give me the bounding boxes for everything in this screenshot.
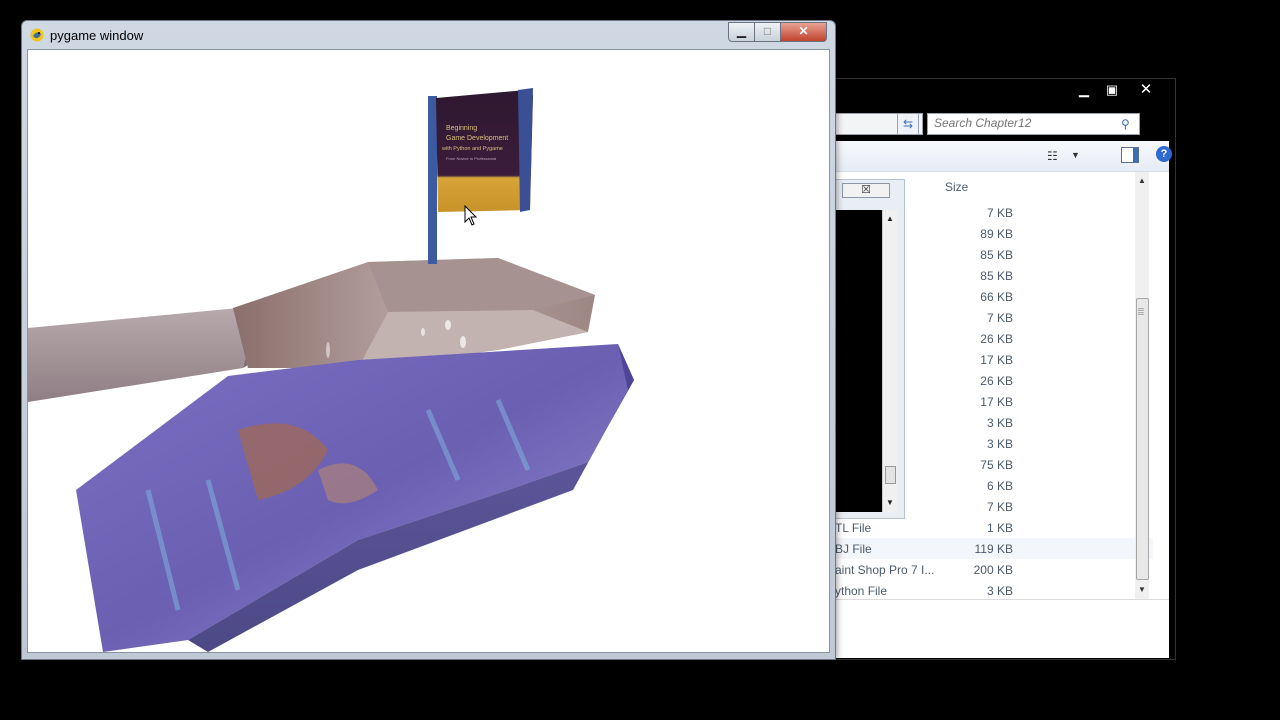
scroll-up-icon[interactable]: ▲ xyxy=(1135,174,1149,188)
file-size: 119 KB xyxy=(974,542,1013,556)
details-pane xyxy=(833,599,1169,658)
view-options-icon[interactable]: ☷ xyxy=(1047,149,1058,163)
help-icon[interactable]: ? xyxy=(1156,146,1172,162)
scrollbar-thumb[interactable] xyxy=(1136,298,1149,580)
file-size: 7 KB xyxy=(986,500,1013,514)
file-size: 89 KB xyxy=(980,227,1013,241)
file-size: 3 KB xyxy=(986,584,1013,598)
sign-text-line3: with Python and Pygame xyxy=(441,146,503,152)
file-list-scrollbar[interactable]: ▲ ═ ═ ▼ xyxy=(1135,172,1149,599)
file-type: aint Shop Pro 7 I... xyxy=(835,563,935,577)
file-size: 26 KB xyxy=(980,374,1013,388)
scrollbar-thumb[interactable] xyxy=(885,466,896,484)
file-size: 66 KB xyxy=(980,290,1013,304)
python-snake-icon xyxy=(30,28,44,42)
preview-pane-icon[interactable] xyxy=(1121,147,1139,163)
table-row[interactable]: BJ File 119 KB xyxy=(833,538,1153,559)
game-canvas[interactable]: Beginning Game Development with Python a… xyxy=(27,49,830,653)
chevron-down-icon[interactable]: ▼ xyxy=(1071,150,1080,160)
close-icon[interactable]: ☒ xyxy=(842,183,890,198)
file-size: 75 KB xyxy=(980,458,1013,472)
maximize-icon[interactable]: ▣ xyxy=(1099,81,1125,99)
game-scene: Beginning Game Development with Python a… xyxy=(28,88,634,652)
search-input[interactable] xyxy=(928,114,1125,132)
sign-text-line4: From Novice to Professional xyxy=(446,156,496,161)
console-screen xyxy=(836,210,884,512)
explorer-window: ▁ ▣ ✕ ▼ ⇆ ⚲ ☷ ▼ ? Size 7 I...7 KB7 I...8… xyxy=(812,78,1176,660)
column-header-size[interactable]: Size xyxy=(945,180,968,194)
file-size: 85 KB xyxy=(980,248,1013,262)
minimize-icon[interactable]: ▁ xyxy=(728,22,755,42)
command-bar: ☷ ▼ ? xyxy=(833,141,1172,172)
minimize-icon[interactable]: ▁ xyxy=(1071,81,1097,99)
grip-icon: ═ ═ xyxy=(1138,305,1144,318)
file-size: 7 KB xyxy=(986,206,1013,220)
table-row[interactable]: ython File 3 KB xyxy=(833,580,1153,601)
scroll-down-icon[interactable]: ▼ xyxy=(1135,583,1149,597)
file-size: 17 KB xyxy=(980,353,1013,367)
file-size: 26 KB xyxy=(980,332,1013,346)
flag-sign: Beginning Game Development with Python a… xyxy=(428,88,533,264)
file-size: 7 KB xyxy=(986,311,1013,325)
mouse-cursor-icon xyxy=(464,205,478,226)
console-window: ☒ ▲ ▼ xyxy=(835,179,905,519)
sign-text-line2: Game Development xyxy=(446,135,508,142)
file-size: 3 KB xyxy=(986,416,1013,430)
file-type: BJ File xyxy=(835,542,872,556)
search-icon[interactable]: ⚲ xyxy=(1121,114,1135,134)
refresh-icon[interactable]: ⇆ xyxy=(897,113,919,135)
file-size: 200 KB xyxy=(973,563,1013,577)
table-row[interactable]: TL File 1 KB xyxy=(833,517,1153,538)
file-size: 1 KB xyxy=(986,521,1013,535)
file-type: ython File xyxy=(835,584,888,598)
file-size: 3 KB xyxy=(986,437,1013,451)
search-box[interactable]: ⚲ xyxy=(927,113,1140,135)
console-scrollbar[interactable]: ▲ ▼ xyxy=(882,210,897,512)
scroll-up-icon[interactable]: ▲ xyxy=(883,212,897,226)
window-title: pygame window xyxy=(50,28,144,43)
sign-text-line1: Beginning xyxy=(446,125,477,132)
file-size: 85 KB xyxy=(980,269,1013,283)
file-size: 17 KB xyxy=(980,395,1013,409)
file-type: TL File xyxy=(835,521,872,535)
file-size: 6 KB xyxy=(986,479,1013,493)
tank-hull xyxy=(76,344,634,652)
explorer-titlebar[interactable]: ▁ ▣ ✕ xyxy=(813,79,1175,103)
maximize-icon[interactable]: □ xyxy=(754,22,781,42)
close-icon[interactable]: ✕ xyxy=(1129,81,1163,99)
close-icon[interactable]: ✕ xyxy=(780,22,827,42)
scroll-down-icon[interactable]: ▼ xyxy=(883,496,897,510)
pygame-window: pygame window ▁ □ ✕ Beginning Game Devel… xyxy=(21,20,836,660)
table-row[interactable]: aint Shop Pro 7 I... 200 KB xyxy=(833,559,1153,580)
